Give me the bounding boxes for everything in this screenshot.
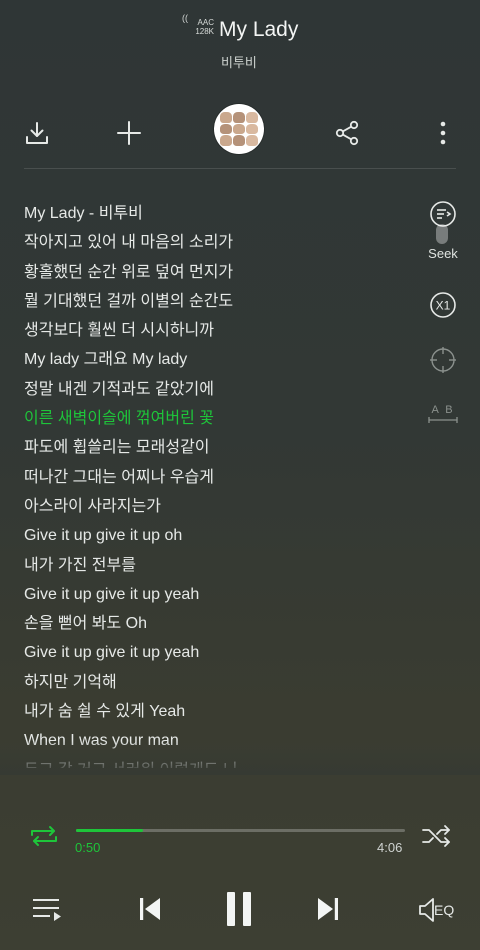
total-time: 4:06 xyxy=(377,840,403,855)
lyric-line[interactable]: 생각보다 훨씬 더 시시하니까 xyxy=(24,320,414,349)
seek-label: Seek xyxy=(428,246,458,261)
speed-label: X1 xyxy=(436,299,451,313)
pause-button[interactable] xyxy=(220,888,258,930)
pause-icon xyxy=(227,892,251,926)
skip-next-icon xyxy=(318,898,338,920)
share-icon[interactable] xyxy=(332,118,362,148)
current-time: 0:50 xyxy=(75,840,101,855)
lyric-line[interactable]: 황홀했던 순간 위로 덮여 먼지가 xyxy=(24,262,414,291)
codec-format: AAC xyxy=(197,18,214,27)
lyric-line[interactable]: 뭘 기대했던 걸까 이별의 순간도 xyxy=(24,291,414,320)
more-vertical-icon[interactable] xyxy=(428,118,458,148)
repeat-icon[interactable] xyxy=(28,823,60,849)
playback-speed-button[interactable]: X1 xyxy=(429,291,457,319)
next-track-button[interactable] xyxy=(314,895,342,923)
song-title: My Lady xyxy=(219,18,299,41)
lyric-line[interactable]: 하지만 기억해 xyxy=(24,672,414,701)
album-art[interactable] xyxy=(214,104,264,154)
lyric-line[interactable]: Give it up give it up yeah xyxy=(24,642,414,671)
svg-text:A B: A B xyxy=(431,404,454,416)
codec-badge: (( AAC 128K xyxy=(182,14,214,37)
lyric-line[interactable]: My Lady - 비투비 xyxy=(24,203,414,232)
lyrics-panel[interactable]: My Lady - 비투비 작아지고 있어 내 마음의 소리가 황홀했던 순간 위로… xyxy=(24,203,414,768)
progress-fill xyxy=(76,829,143,832)
shuffle-icon[interactable] xyxy=(420,823,454,849)
lyric-line-active[interactable]: 이른 새벽이슬에 꺾여버린 꽃 xyxy=(24,408,414,437)
codec-bitrate: 128K xyxy=(195,27,214,36)
speaker-eq-icon: EQ xyxy=(419,898,454,922)
plus-icon xyxy=(117,121,141,145)
lyrics-fade xyxy=(0,740,480,775)
lyric-line[interactable]: 아스라이 사라지는가 xyxy=(24,496,414,525)
lyric-line[interactable]: 떠나간 그대는 어찌나 우습게 xyxy=(24,467,414,496)
lyric-line[interactable]: 내가 숨 쉴 수 있게 Yeah xyxy=(24,701,414,730)
header-divider xyxy=(24,168,456,169)
lyric-line[interactable]: 내가 가진 전부를 xyxy=(24,555,414,584)
seek-toggle[interactable] xyxy=(436,224,448,244)
playlist-icon[interactable] xyxy=(29,894,63,924)
lyric-line[interactable]: Give it up give it up yeah xyxy=(24,584,414,613)
lyric-line[interactable]: 정말 내겐 기적과도 같았기에 xyxy=(24,379,414,408)
lyric-line[interactable]: 작아지고 있어 내 마음의 소리가 xyxy=(24,232,414,261)
download-icon[interactable] xyxy=(22,118,52,148)
skip-previous-icon xyxy=(140,898,160,920)
eq-label: EQ xyxy=(434,902,454,918)
audio-wave-icon: (( xyxy=(182,13,188,23)
lyric-line[interactable]: 파도에 휩쓸리는 모래성같이 xyxy=(24,437,414,466)
previous-track-button[interactable] xyxy=(136,895,164,923)
lyric-line[interactable]: Give it up give it up oh xyxy=(24,525,414,554)
translation-icon[interactable]: A B xyxy=(426,400,460,426)
artist-name[interactable]: 비투비 xyxy=(221,52,257,71)
equalizer-button[interactable]: EQ xyxy=(417,895,459,925)
add-to-playlist-button[interactable] xyxy=(114,118,144,148)
lyric-line[interactable]: My lady 그래요 My lady xyxy=(24,349,414,378)
crosshair-icon[interactable] xyxy=(429,346,457,374)
lyric-line[interactable]: 손을 뻗어 봐도 Oh xyxy=(24,613,414,642)
